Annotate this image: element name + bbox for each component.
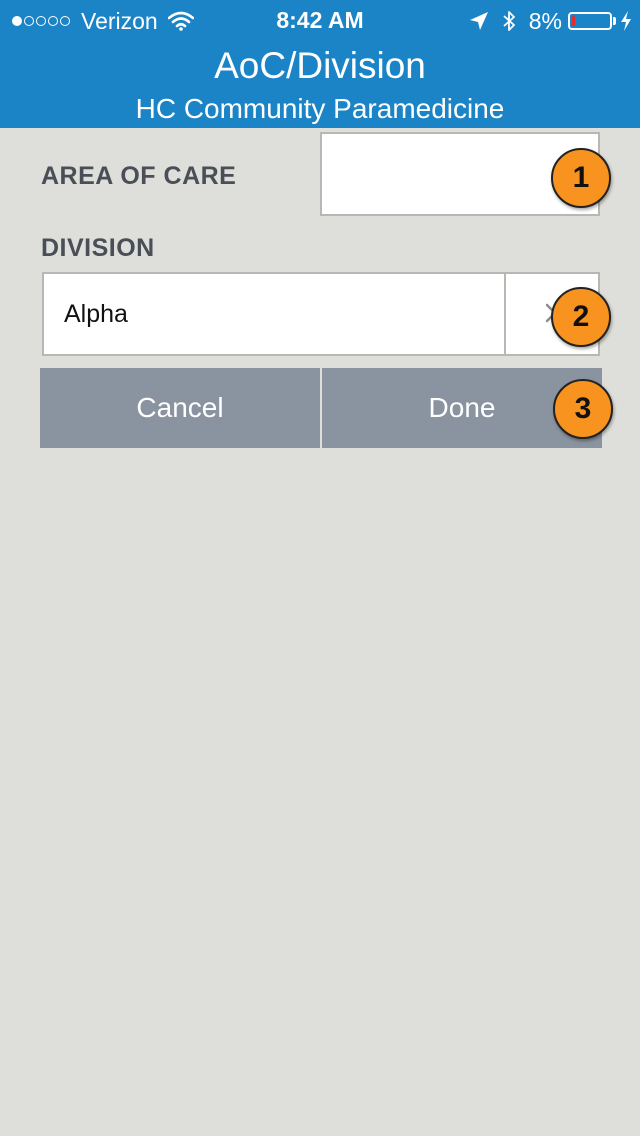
bluetooth-icon — [503, 11, 515, 31]
location-arrow-icon — [469, 12, 488, 30]
division-value: Alpha — [64, 300, 128, 328]
app-header: Verizon 8:42 AM 8% AoC/Division HC Commu… — [0, 0, 640, 128]
area-of-care-label: AREA OF CARE — [41, 162, 237, 190]
division-label: DIVISION — [41, 234, 155, 262]
battery-percent: 8% — [528, 7, 562, 34]
callout-marker-2: 2 — [551, 287, 611, 347]
battery-tip — [613, 17, 616, 25]
page-title: AoC/Division — [214, 45, 426, 86]
battery-icon — [568, 12, 612, 30]
callout-marker-1: 1 — [551, 148, 611, 208]
callout-marker-3: 3 — [553, 379, 613, 439]
status-right: 8% — [469, 7, 632, 35]
status-bar: Verizon 8:42 AM 8% — [0, 0, 640, 40]
bolt-icon — [621, 11, 631, 31]
battery-level — [572, 16, 575, 26]
page-subtitle: HC Community Paramedicine — [135, 93, 505, 124]
division-field[interactable]: Alpha — [42, 272, 600, 356]
cancel-button[interactable]: Cancel — [40, 368, 320, 448]
